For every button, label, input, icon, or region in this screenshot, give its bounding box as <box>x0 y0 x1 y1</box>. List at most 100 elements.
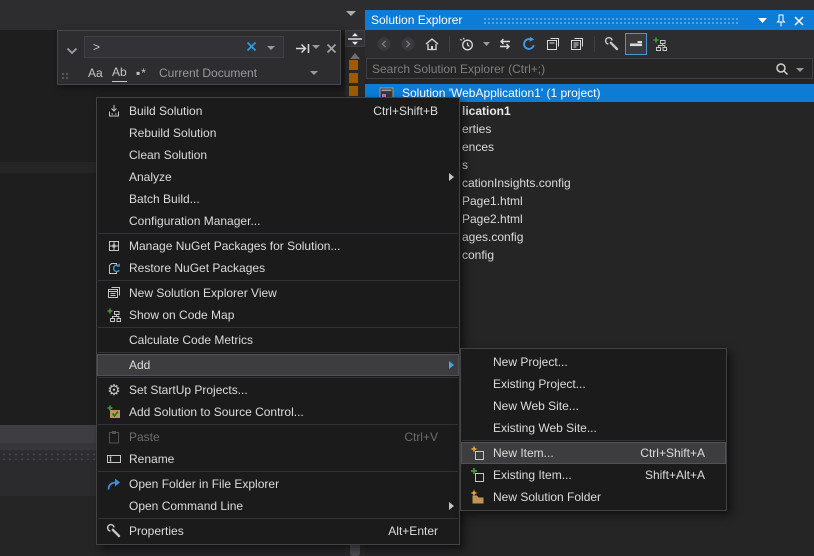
toolbar-separator <box>449 36 450 52</box>
no-icon <box>99 166 129 188</box>
search-scope-dropdown[interactable]: Current Document <box>159 64 257 82</box>
menu-item-set-startup-projects[interactable]: ⚙Set StartUp Projects... <box>97 379 459 401</box>
menu-item-existing-web-site[interactable]: Existing Web Site... <box>461 417 726 439</box>
menu-item-configuration-manager[interactable]: Configuration Manager... <box>97 210 459 232</box>
find-close-button[interactable] <box>322 39 340 57</box>
home-icon[interactable] <box>421 33 443 55</box>
editor-split-handle[interactable] <box>345 30 365 47</box>
new-solution-folder-icon <box>463 486 493 508</box>
menu-item-add[interactable]: Add <box>97 354 459 376</box>
window-position-caret-icon[interactable] <box>755 13 770 28</box>
preview-selected-items-toggle-icon[interactable] <box>625 33 647 55</box>
scroll-up-arrow-icon[interactable] <box>350 53 360 59</box>
sync-with-active-document-icon[interactable] <box>494 33 516 55</box>
menu-item-label: New Web Site... <box>493 399 707 413</box>
solution-explorer-search-input[interactable]: Search Solution Explorer (Ctrl+;) <box>366 58 813 79</box>
find-next-button[interactable] <box>292 39 312 57</box>
find-control: > Aa Ab ▪* Current Document <box>57 30 341 85</box>
menu-item-label: Configuration Manager... <box>129 214 440 228</box>
menu-item-existing-project[interactable]: Existing Project... <box>461 373 726 395</box>
build-icon <box>99 100 129 122</box>
add-submenu: New Project... Existing Project... New Web… <box>460 348 727 511</box>
pending-changes-icon[interactable] <box>456 33 478 55</box>
menu-item-open-folder-in-file-explorer[interactable]: Open Folder in File Explorer <box>97 473 459 495</box>
gear-icon: ⚙ <box>99 379 129 401</box>
match-case-toggle[interactable]: Aa <box>88 64 103 82</box>
nuget-icon <box>99 235 129 257</box>
forward-icon[interactable] <box>397 33 419 55</box>
visual-studio-window: > Aa Ab ▪* Current Document Solution Exp… <box>0 0 814 556</box>
menu-item-rename[interactable]: Rename <box>97 448 459 470</box>
submenu-arrow-icon <box>440 361 454 369</box>
menu-item-label: Existing Web Site... <box>493 421 707 435</box>
menu-item-calculate-code-metrics[interactable]: Calculate Code Metrics <box>97 329 459 351</box>
menu-item-new-solution-explorer-view[interactable]: New Solution Explorer View <box>97 282 459 304</box>
no-icon <box>99 144 129 166</box>
menu-item-paste: PasteCtrl+V <box>97 426 459 448</box>
menu-item-label: Build Solution <box>129 104 373 118</box>
menu-item-shortcut: Alt+Enter <box>388 524 438 538</box>
menu-item-rebuild-solution[interactable]: Rebuild Solution <box>97 122 459 144</box>
menu-separator <box>98 377 458 378</box>
menu-item-label: Paste <box>129 430 404 444</box>
resize-grip[interactable] <box>61 72 70 81</box>
menu-item-existing-item[interactable]: Existing Item...Shift+Alt+A <box>461 464 726 486</box>
no-icon <box>99 495 129 517</box>
menu-item-label: Clean Solution <box>129 148 440 162</box>
menu-item-properties[interactable]: PropertiesAlt+Enter <box>97 520 459 542</box>
back-icon[interactable] <box>373 33 395 55</box>
close-icon[interactable] <box>791 13 806 28</box>
menu-item-shortcut: Ctrl+Shift+B <box>373 104 438 118</box>
menu-item-add-solution-to-source-control[interactable]: Add Solution to Source Control... <box>97 401 459 423</box>
menu-item-new-web-site[interactable]: New Web Site... <box>461 395 726 417</box>
find-next-caret-icon[interactable] <box>312 45 320 49</box>
clear-search-icon[interactable] <box>246 41 257 55</box>
solution-explorer-titlebar[interactable]: Solution Explorer <box>365 10 814 30</box>
find-search-input[interactable]: > <box>84 36 284 58</box>
expand-replace-chevron-icon[interactable] <box>66 44 78 58</box>
menu-item-new-item[interactable]: New Item...Ctrl+Shift+A <box>461 442 726 464</box>
regex-toggle[interactable]: ▪* <box>136 64 147 82</box>
submenu-arrow-icon <box>440 173 454 181</box>
menu-item-clean-solution[interactable]: Clean Solution <box>97 144 459 166</box>
menu-item-analyze[interactable]: Analyze <box>97 166 459 188</box>
menu-item-open-command-line[interactable]: Open Command Line <box>97 495 459 517</box>
menu-item-batch-build[interactable]: Batch Build... <box>97 188 459 210</box>
menu-item-label: New Project... <box>493 355 707 369</box>
pin-icon[interactable] <box>773 13 788 28</box>
scope-caret-icon[interactable] <box>310 71 318 75</box>
menu-item-shortcut: Ctrl+Shift+A <box>640 446 705 460</box>
menu-item-restore-nuget-packages[interactable]: Restore NuGet Packages <box>97 257 459 279</box>
toolbar-overflow-caret-icon[interactable] <box>346 11 356 16</box>
collapse-all-icon[interactable] <box>542 33 564 55</box>
search-icon[interactable] <box>774 61 790 80</box>
show-all-files-icon[interactable] <box>649 33 671 55</box>
menu-item-label: Existing Item... <box>493 468 645 482</box>
menu-separator <box>98 424 458 425</box>
properties-pages-icon[interactable] <box>566 33 588 55</box>
pending-changes-caret-icon[interactable] <box>480 33 492 55</box>
no-icon <box>463 373 493 395</box>
menu-item-new-solution-folder[interactable]: New Solution Folder <box>461 486 726 508</box>
menu-item-label: Restore NuGet Packages <box>129 261 440 275</box>
solution-explorer-toolbar <box>365 30 814 58</box>
menu-separator <box>462 440 725 441</box>
menu-item-build-solution[interactable]: Build SolutionCtrl+Shift+B <box>97 100 459 122</box>
menu-item-label: New Item... <box>493 446 640 460</box>
refresh-icon[interactable] <box>518 33 540 55</box>
scrollbar-change-mark <box>349 60 358 70</box>
wrench-icon[interactable] <box>601 33 623 55</box>
search-options-caret-icon[interactable] <box>796 68 804 72</box>
no-icon <box>463 395 493 417</box>
wrench-icon <box>99 520 129 542</box>
menu-item-new-project[interactable]: New Project... <box>461 351 726 373</box>
code-map-icon <box>99 304 129 326</box>
no-icon <box>99 210 129 232</box>
match-whole-word-toggle[interactable]: Ab <box>112 64 127 82</box>
menu-item-show-on-code-map[interactable]: Show on Code Map <box>97 304 459 326</box>
search-placeholder: Search Solution Explorer (Ctrl+;) <box>367 62 545 76</box>
search-history-caret-icon[interactable] <box>267 46 275 50</box>
menu-item-label: Rebuild Solution <box>129 126 440 140</box>
no-icon <box>463 417 493 439</box>
menu-item-manage-nuget-packages-for-solution[interactable]: Manage NuGet Packages for Solution... <box>97 235 459 257</box>
